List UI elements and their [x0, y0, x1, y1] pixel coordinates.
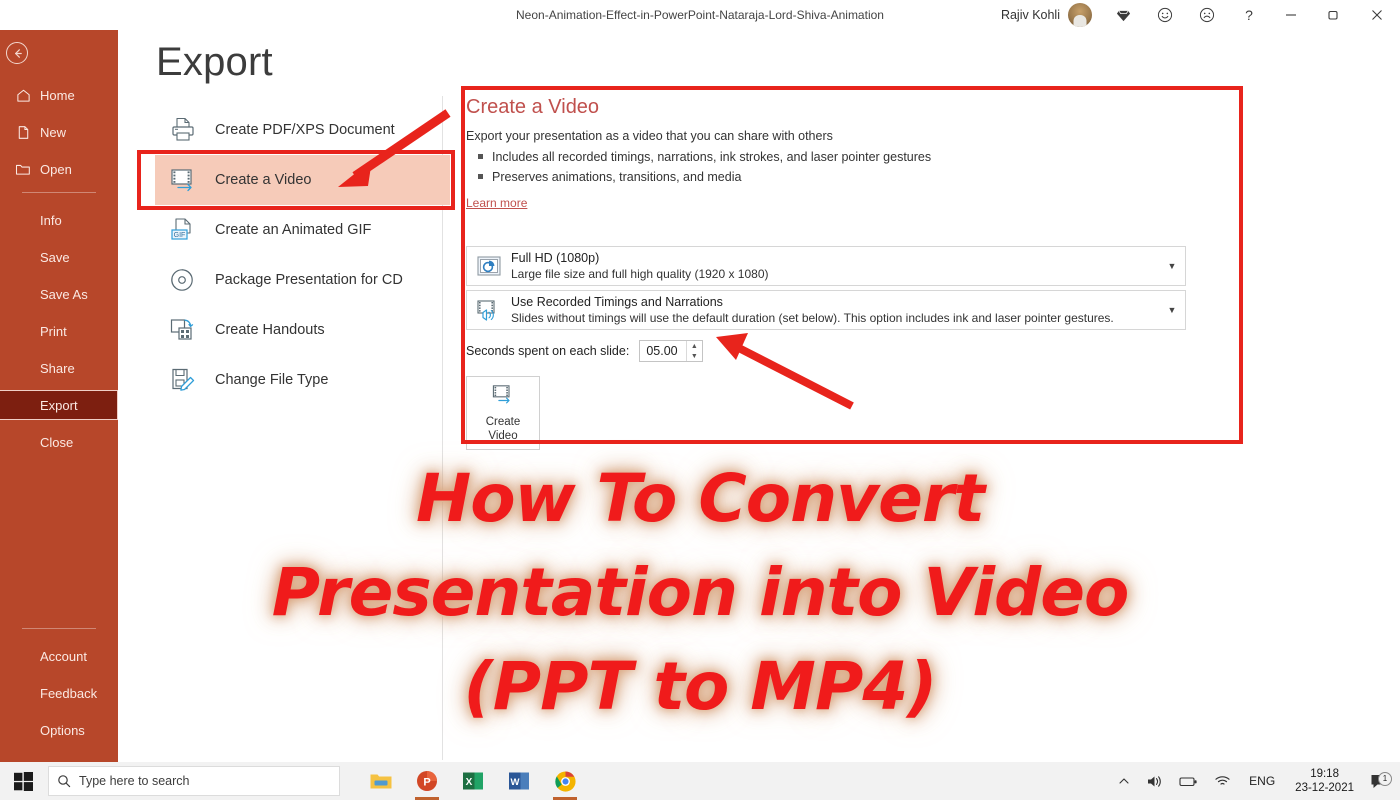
- clock[interactable]: 19:18 23-12-2021: [1285, 767, 1364, 795]
- backstage-sidebar: Home New Open Info Save Save As Print Sh…: [0, 0, 118, 765]
- export-option-package-for-cd[interactable]: Package Presentation for CD: [155, 255, 445, 305]
- cd-disc-icon: [165, 263, 201, 297]
- powerpoint-icon[interactable]: P: [404, 762, 450, 800]
- sidebar-item-label: Options: [40, 722, 85, 738]
- pdf-printer-icon: [165, 113, 201, 147]
- headline-line-1: How To Convert: [414, 459, 986, 539]
- sidebar-item-close[interactable]: Close: [0, 427, 118, 457]
- volume-icon[interactable]: [1138, 762, 1171, 800]
- sidebar-item-label: Print: [40, 323, 67, 339]
- svg-text:GIF: GIF: [174, 232, 186, 239]
- sidebar-item-save-as[interactable]: Save As: [0, 279, 118, 309]
- export-option-label: Create Handouts: [215, 322, 325, 338]
- sidebar-item-feedback[interactable]: Feedback: [0, 678, 118, 708]
- title-bar-right-controls: Rajiv Kohli ?: [1001, 0, 1400, 30]
- export-option-label: Create an Animated GIF: [215, 222, 372, 238]
- annotation-box-video-settings-panel: [461, 86, 1243, 444]
- sidebar-item-new[interactable]: New: [0, 117, 118, 147]
- happy-face-icon[interactable]: [1144, 0, 1186, 30]
- sidebar-item-label: Home: [40, 87, 75, 103]
- handouts-icon: [165, 313, 201, 347]
- sidebar-item-label: Account: [40, 648, 87, 664]
- wifi-icon[interactable]: [1206, 762, 1239, 800]
- chrome-icon[interactable]: [542, 762, 588, 800]
- sidebar-item-info[interactable]: Info: [0, 205, 118, 235]
- export-option-create-handouts[interactable]: Create Handouts: [155, 305, 445, 355]
- sad-face-icon[interactable]: [1186, 0, 1228, 30]
- windows-taskbar: Type here to search P X W ENG 19:18 23-1…: [0, 762, 1400, 800]
- sidebar-item-label: Share: [40, 360, 75, 376]
- export-option-label: Create PDF/XPS Document: [215, 122, 395, 138]
- sidebar-item-label: Feedback: [40, 685, 98, 701]
- sidebar-item-label: Export: [40, 397, 78, 413]
- search-placeholder: Type here to search: [79, 774, 190, 788]
- file-type-pencil-icon: [165, 363, 201, 397]
- minimize-icon[interactable]: [1270, 0, 1312, 30]
- sidebar-item-label: Save: [40, 249, 70, 265]
- annotation-box-create-video-option: [137, 150, 455, 210]
- back-arrow-icon[interactable]: [6, 42, 28, 64]
- help-icon[interactable]: ?: [1228, 0, 1270, 30]
- page-title: Export: [156, 40, 273, 84]
- avatar[interactable]: [1068, 3, 1092, 27]
- search-input[interactable]: Type here to search: [48, 766, 340, 796]
- headline-line-2: Presentation into Video: [270, 553, 1131, 633]
- notification-badge: 1: [1378, 771, 1392, 786]
- sidebar-item-label: Open: [40, 161, 72, 177]
- sidebar-item-label: Save As: [40, 286, 88, 302]
- folder-open-icon: [8, 162, 38, 177]
- restore-icon[interactable]: [1312, 0, 1354, 30]
- close-icon[interactable]: [1354, 0, 1400, 30]
- show-hidden-icons-chevron-icon[interactable]: [1110, 762, 1138, 800]
- search-icon: [49, 774, 79, 788]
- clock-date: 23-12-2021: [1295, 782, 1354, 794]
- sidebar-item-save[interactable]: Save: [0, 242, 118, 272]
- sidebar-divider-top: [22, 192, 96, 193]
- notification-center-icon[interactable]: 1: [1364, 771, 1400, 790]
- sidebar-item-home[interactable]: Home: [0, 80, 118, 110]
- word-icon[interactable]: W: [496, 762, 542, 800]
- sidebar-item-account[interactable]: Account: [0, 641, 118, 671]
- system-tray: ENG 19:18 23-12-2021 1: [1110, 762, 1400, 800]
- export-option-create-pdf-xps[interactable]: Create PDF/XPS Document: [155, 105, 445, 155]
- svg-text:W: W: [511, 777, 520, 788]
- clock-time: 19:18: [1310, 768, 1339, 780]
- sidebar-item-options[interactable]: Options: [0, 715, 118, 745]
- gif-file-icon: GIF: [165, 213, 201, 247]
- headline-line-3: (PPT to MP4): [462, 647, 939, 727]
- tutorial-headline-overlay: How To Convert Presentation into Video (…: [0, 452, 1400, 734]
- language-indicator[interactable]: ENG: [1239, 774, 1285, 788]
- sidebar-item-label: New: [40, 124, 67, 140]
- powerpoint-backstage-export-screen: Neon-Animation-Effect-in-PowerPoint-Nata…: [0, 0, 1400, 800]
- sidebar-item-open[interactable]: Open: [0, 154, 118, 184]
- sidebar-item-export[interactable]: Export: [0, 390, 118, 420]
- sidebar-item-print[interactable]: Print: [0, 316, 118, 346]
- premium-diamond-icon[interactable]: [1102, 0, 1144, 30]
- home-icon: [8, 88, 38, 103]
- export-option-create-animated-gif[interactable]: GIF Create an Animated GIF: [155, 205, 445, 255]
- svg-text:X: X: [466, 777, 473, 788]
- svg-text:P: P: [423, 776, 430, 788]
- account-name[interactable]: Rajiv Kohli: [1001, 8, 1060, 22]
- sidebar-divider-bottom: [22, 628, 96, 629]
- sidebar-item-label: Close: [40, 434, 74, 450]
- excel-icon[interactable]: X: [450, 762, 496, 800]
- file-explorer-icon[interactable]: [358, 762, 404, 800]
- sidebar-item-label: Info: [40, 212, 62, 228]
- start-button-icon[interactable]: [0, 762, 46, 800]
- sidebar-item-share[interactable]: Share: [0, 353, 118, 383]
- export-option-change-file-type[interactable]: Change File Type: [155, 355, 445, 405]
- new-document-icon: [8, 125, 38, 140]
- export-option-label: Change File Type: [215, 372, 329, 388]
- taskbar-app-icons: P X W: [358, 762, 588, 800]
- title-bar: Neon-Animation-Effect-in-PowerPoint-Nata…: [0, 0, 1400, 30]
- battery-icon[interactable]: [1171, 762, 1206, 800]
- export-option-label: Package Presentation for CD: [215, 272, 403, 288]
